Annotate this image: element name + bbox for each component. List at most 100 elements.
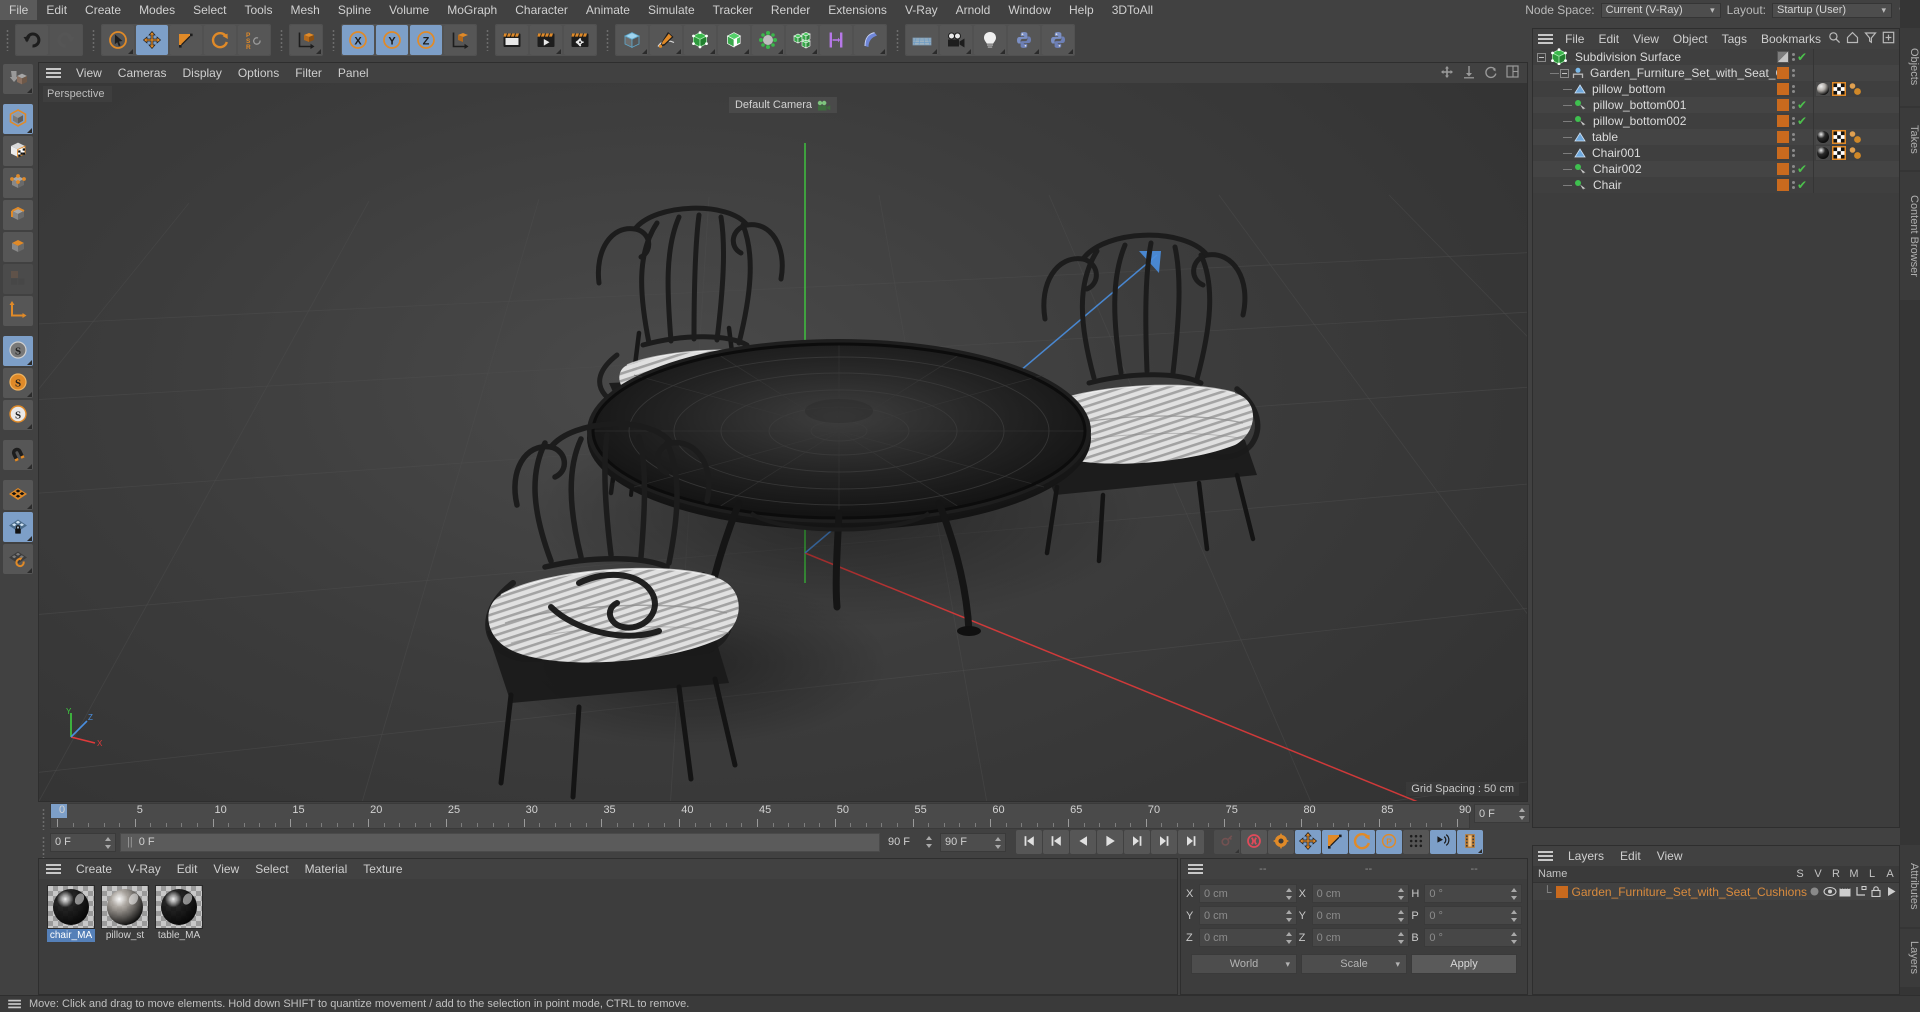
menu-item-file[interactable]: File	[0, 0, 38, 20]
frame-end-right-field[interactable]: 90 F	[940, 832, 1006, 852]
spinner-icon[interactable]	[1511, 888, 1518, 900]
uvw-tag-icon[interactable]	[1832, 82, 1846, 96]
menu-item-animate[interactable]: Animate	[577, 0, 639, 20]
status-hamburger-icon[interactable]	[7, 998, 22, 1010]
add-camera-button[interactable]	[940, 25, 972, 55]
timeline-grip2[interactable]	[40, 832, 49, 858]
visibility-dots[interactable]	[1791, 117, 1795, 125]
autokeying-button[interactable]	[1214, 830, 1240, 854]
pan-icon[interactable]	[1440, 65, 1454, 82]
layer-color-tag[interactable]	[1777, 99, 1789, 111]
viewport-3d[interactable]: Perspective Default Camera Y X Z Grid Sp…	[39, 83, 1527, 801]
visibility-dots[interactable]	[1791, 133, 1795, 141]
step-back-button[interactable]	[1070, 830, 1096, 854]
uvw-tag-icon[interactable]	[1832, 130, 1846, 144]
toolbar-grip[interactable]	[4, 25, 13, 55]
timeline-grip[interactable]	[40, 804, 49, 830]
spinner-icon[interactable]	[926, 835, 933, 848]
menu-item-filter[interactable]: Filter	[287, 63, 330, 83]
menu-item-v-ray[interactable]: V-Ray	[896, 0, 947, 20]
dolly-icon[interactable]	[1462, 65, 1476, 82]
menu-item-character[interactable]: Character	[506, 0, 577, 20]
menu-item-mesh[interactable]: Mesh	[281, 0, 328, 20]
spinner-icon[interactable]	[1285, 932, 1293, 944]
visibility-dots[interactable]	[1791, 69, 1795, 77]
visibility-dots[interactable]	[1791, 101, 1795, 109]
add-modeling-object-button[interactable]	[718, 25, 750, 55]
play-button[interactable]	[1097, 830, 1123, 854]
layer-row[interactable]: └ Garden_Furniture_Set_with_Seat_Cushions	[1533, 883, 1899, 900]
layer-solo-toggle[interactable]	[1807, 886, 1822, 897]
camera-label[interactable]: Default Camera	[728, 97, 838, 113]
menu-item-create[interactable]: Create	[68, 859, 120, 879]
material-preview[interactable]	[101, 885, 149, 929]
python-generator-button[interactable]	[1042, 25, 1074, 55]
script-manager-button[interactable]	[1008, 25, 1040, 55]
expander-toggle[interactable]	[1560, 68, 1569, 78]
menu-item-edit[interactable]: Edit	[1591, 29, 1626, 49]
phong-tag-icon[interactable]	[1848, 130, 1862, 144]
material-hamburger-icon[interactable]	[45, 862, 63, 876]
material-item[interactable]: pillow_st	[101, 885, 149, 942]
size-y-field[interactable]: 0 cm	[1311, 906, 1410, 925]
enabled-checkmark[interactable]: ✔	[1797, 51, 1809, 63]
lock-x-button[interactable]: X	[342, 25, 374, 55]
menu-item-help[interactable]: Help	[1060, 0, 1103, 20]
menu-item-edit[interactable]: Edit	[169, 859, 206, 879]
menu-item-modes[interactable]: Modes	[130, 0, 184, 20]
material-item[interactable]: table_MA	[155, 885, 203, 942]
layer-color-tag[interactable]	[1777, 83, 1789, 95]
display-tag[interactable]	[1777, 51, 1789, 63]
add-field-button[interactable]	[820, 25, 852, 55]
toolbar-grip[interactable]	[604, 25, 613, 55]
menu-item-window[interactable]: Window	[999, 0, 1060, 20]
record-position-button[interactable]	[1295, 830, 1321, 854]
timeline-scrollbar[interactable]: || 0 F	[120, 832, 880, 852]
object-row[interactable]: table	[1533, 129, 1899, 145]
menu-item-view[interactable]: View	[205, 859, 247, 879]
rot-p-field[interactable]: 0 °	[1424, 906, 1523, 925]
layer-color-tag[interactable]	[1777, 179, 1789, 191]
coord-system-dropdown[interactable]: World ▾	[1191, 954, 1297, 974]
psr-button[interactable]: PSR	[238, 25, 270, 55]
spinner-icon[interactable]	[1519, 808, 1526, 820]
spinner-icon[interactable]	[1398, 910, 1405, 922]
vtab-objects[interactable]: Objects	[1900, 28, 1920, 106]
menu-item-texture[interactable]: Texture	[355, 859, 410, 879]
enable-snapping-button[interactable]: S	[3, 336, 33, 366]
size-z-field[interactable]: 0 cm	[1311, 928, 1410, 947]
world-object-axis-button[interactable]	[290, 25, 322, 55]
object-row[interactable]: Garden_Furniture_Set_with_Seat_Cushions	[1533, 65, 1899, 81]
go-to-end-button[interactable]	[1178, 830, 1204, 854]
search-icon[interactable]	[1828, 31, 1841, 47]
menu-item-mograph[interactable]: MoGraph	[438, 0, 506, 20]
add-cloner-button[interactable]	[786, 25, 818, 55]
viewport-hamburger-icon[interactable]	[45, 66, 63, 80]
go-to-previous-key-button[interactable]	[1043, 830, 1069, 854]
pos-x-field[interactable]: 0 cm	[1199, 884, 1297, 903]
layer-color-tag[interactable]	[1777, 147, 1789, 159]
spinner-icon[interactable]	[1511, 910, 1518, 922]
visibility-dots[interactable]	[1791, 53, 1795, 61]
phong-tag-icon[interactable]	[1848, 82, 1862, 96]
layer-hamburger-icon[interactable]	[1537, 849, 1555, 863]
object-row[interactable]: pillow_bottom	[1533, 81, 1899, 97]
add-deformer-button[interactable]	[752, 25, 784, 55]
object-row[interactable]: pillow_bottom001 ✔	[1533, 97, 1899, 113]
vtab-attributes[interactable]: Attributes	[1900, 845, 1920, 927]
material-tag-icon[interactable]	[1816, 146, 1830, 160]
keyframe-settings-button[interactable]	[1268, 830, 1294, 854]
add-floor-button[interactable]	[906, 25, 938, 55]
node-space-dropdown[interactable]: Current (V-Ray) ▾	[1600, 2, 1721, 18]
render-to-picture-viewer-button[interactable]	[530, 25, 562, 55]
enabled-checkmark[interactable]: ✔	[1797, 115, 1809, 127]
pos-y-field[interactable]: 0 cm	[1199, 906, 1297, 925]
menu-item-layers[interactable]: Layers	[1560, 846, 1612, 866]
menu-item-extensions[interactable]: Extensions	[819, 0, 896, 20]
visibility-dots[interactable]	[1791, 165, 1795, 173]
enabled-checkmark[interactable]: ✔	[1797, 99, 1809, 111]
menu-item-view[interactable]: View	[1626, 29, 1666, 49]
maximize-icon[interactable]	[1506, 65, 1519, 81]
toolbar-grip[interactable]	[484, 25, 493, 55]
object-row[interactable]: Chair001	[1533, 145, 1899, 161]
